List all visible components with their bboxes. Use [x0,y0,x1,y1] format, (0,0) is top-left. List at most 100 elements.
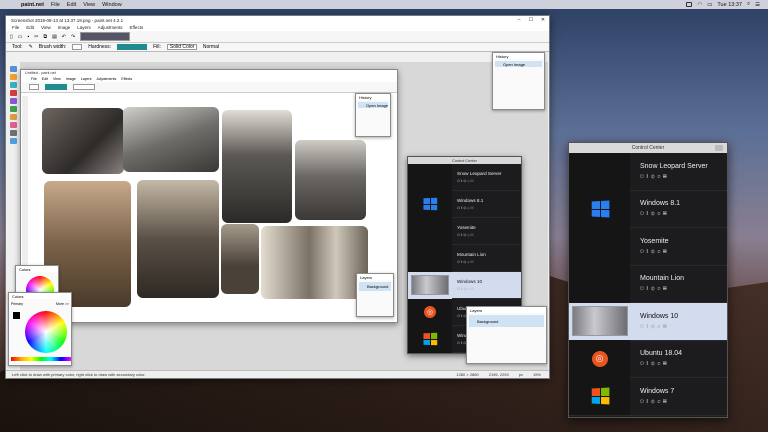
bucket-icon[interactable] [9,106,17,112]
nested-menu-view[interactable]: View [53,77,61,81]
cc-item-yosemite[interactable]: Yosemite ⏻ ‖ ⚙ ⊘ ▤ [569,227,727,266]
apple-logo-icon [569,227,630,265]
status-unit[interactable]: px [519,372,523,377]
menu-window[interactable]: Window [102,2,122,8]
nested-menu-image[interactable]: Image [66,77,76,81]
blend-mode-select[interactable]: Normal [203,44,219,50]
more-button[interactable]: More >> [56,302,69,306]
cc-item-windows-10[interactable]: Windows 10 ⏻ ‖ ⚙ ⊘ ▤ [569,302,727,341]
nested-hardness-slider[interactable] [45,84,67,90]
cc-item-ubuntu[interactable]: ◎ Ubuntu 18.04 ⏻ ‖ ⚙ ⊘ ▤ [569,340,727,378]
ubuntu-logo-icon: ◎ [569,340,630,378]
copy-icon[interactable]: ⧉ [43,34,47,40]
close-button[interactable]: ✕ [537,17,549,23]
menu-item-adjustments[interactable]: Adjustments [98,25,123,30]
palette-strip[interactable] [11,357,71,361]
nested-brush-input[interactable] [29,84,39,90]
layer-item-background[interactable]: Background [469,315,544,327]
magic-wand-icon[interactable] [9,98,17,104]
brush-icon[interactable] [9,114,17,120]
minimize-button[interactable]: – [513,17,525,23]
menu-edit[interactable]: Edit [67,2,76,8]
cc-item-snow-leopard[interactable]: Snow Leopard Server ⏻ ‖ ⚙ ⊘ ▤ [569,152,727,191]
vm-controls[interactable]: ⏻ ‖ ⚙ ⊘ ▤ [640,324,678,330]
colors-panel: Colors Primary More >> [8,292,72,366]
nested-fill-select[interactable] [73,84,95,90]
vm-controls[interactable]: ⏻ ‖ ⚙ ⊘ ▤ [457,260,486,264]
hardness-slider[interactable] [117,44,148,50]
primary-color-swatch[interactable] [12,311,21,320]
eraser-icon[interactable] [9,122,17,128]
cc-item-windows-81[interactable]: Windows 8.1 ⏻ ‖ ⚙ ⊘ ▤ [569,190,727,228]
menu-item-layers[interactable]: Layers [77,25,91,30]
pencil-icon[interactable] [9,130,17,136]
menu-file[interactable]: File [51,2,60,8]
nested-menu-edit[interactable]: Edit [42,77,48,81]
history-item[interactable]: Open Image [495,61,542,67]
vm-controls[interactable]: ⏻ ‖ ⚙ ⊘ ▤ [457,179,501,183]
fill-select[interactable]: Solid Color [166,44,197,50]
vm-controls[interactable]: ⏻ ‖ ⚙ ⊘ ▤ [457,206,483,210]
move-icon[interactable] [9,74,17,80]
new-icon[interactable]: ▯ [10,34,13,40]
wifi-icon[interactable]: ◠ [697,2,702,8]
brush-width-input[interactable] [72,44,83,50]
vm-controls[interactable]: ⏻ ‖ ⚙ ⊘ ▤ [640,286,684,292]
zoom-icon[interactable] [9,90,17,96]
cc-sidebar-toggle-icon[interactable] [715,145,723,151]
colors-title: Colors [9,293,71,299]
notification-icon[interactable]: ☰ [755,2,760,8]
menu-item-effects[interactable]: Effects [130,25,144,30]
vm-controls[interactable]: ⏻ ‖ ⚙ ⊘ ▤ [457,233,476,237]
menu-item-edit[interactable]: Edit [26,25,34,30]
save-icon[interactable]: ▪ [28,34,30,40]
cc-item-mountain-lion[interactable]: Mountain Lion ⏻ ‖ ⚙ ⊘ ▤ [569,265,727,303]
cc-small-item-mountain-lion[interactable]: Mountain Lion ⏻ ‖ ⚙ ⊘ ▤ [408,244,521,272]
nested-layer-item[interactable]: Background [359,282,391,291]
vm-controls[interactable]: ⏻ ‖ ⚙ ⊘ ▤ [457,287,482,291]
vm-controls[interactable]: ⏻ ‖ ⚙ ⊘ ▤ [640,361,682,367]
redo-icon[interactable]: ↷ [71,34,75,40]
battery-icon[interactable]: ▭ [707,2,712,8]
photo-wedding [137,180,219,298]
nested-menu-adjustments[interactable]: Adjustments [97,77,117,81]
cc-small-item-windows-10[interactable]: Windows 10 ⏻ ‖ ⚙ ⊘ ▤ [408,271,521,299]
cc-small-item-windows-81[interactable]: Windows 8.1 ⏻ ‖ ⚙ ⊘ ▤ [408,190,521,218]
vm-controls[interactable]: ⏻ ‖ ⚙ ⊘ ▤ [640,399,674,405]
cc-small-item-snow-leopard[interactable]: Snow Leopard Server ⏻ ‖ ⚙ ⊘ ▤ [408,163,521,191]
nested-menu-effects[interactable]: Effects [121,77,132,81]
nested-history-item[interactable]: Open Image [358,102,388,108]
cut-icon[interactable]: ✂ [34,34,38,40]
rectangle-select-icon[interactable] [9,66,17,72]
cc-item-windows-7[interactable]: Windows 7 ⏻ ‖ ⚙ ⊘ ▤ [569,377,727,416]
search-icon[interactable]: ⌕ [747,1,750,8]
nested-menu-layers[interactable]: Layers [81,77,92,81]
menu-item-image[interactable]: Image [58,25,71,30]
vm-controls[interactable]: ⏻ ‖ ⚙ ⊘ ▤ [640,174,708,180]
maximize-button[interactable]: ☐ [525,17,537,23]
menu-app-name[interactable]: paint.net [21,2,44,8]
lasso-icon[interactable] [9,82,17,88]
undo-icon[interactable]: ↶ [62,34,66,40]
paste-icon[interactable]: ▤ [52,34,57,40]
primary-label: Primary [11,302,24,306]
vm-controls[interactable]: ⏻ ‖ ⚙ ⊘ ▤ [640,249,669,255]
open-icon[interactable]: ▭ [18,34,23,40]
paintbrush-icon[interactable]: ✎ [29,44,33,50]
text-icon[interactable] [9,138,17,144]
history-panel: History Open Image [492,52,545,110]
windows7-logo-icon [408,325,452,353]
fill-value: Solid Color [169,44,195,50]
menu-item-view[interactable]: View [41,25,51,30]
menu-view[interactable]: View [83,2,95,8]
color-wheel[interactable] [25,311,67,353]
cc-small-item-yosemite[interactable]: Yosemite ⏻ ‖ ⚙ ⊘ ▤ [408,217,521,245]
photo-collage-canvas[interactable] [29,96,373,318]
vm-controls[interactable]: ⏻ ‖ ⚙ ⊘ ▤ [640,211,680,217]
parallels-status-icon[interactable] [686,2,693,7]
nested-menu-file[interactable]: File [31,77,37,81]
menu-item-file[interactable]: File [12,25,19,30]
status-zoom[interactable]: 15% [533,372,541,377]
clock[interactable]: Tue 13:37 [717,2,742,8]
image-thumbnail-strip[interactable] [80,32,131,41]
